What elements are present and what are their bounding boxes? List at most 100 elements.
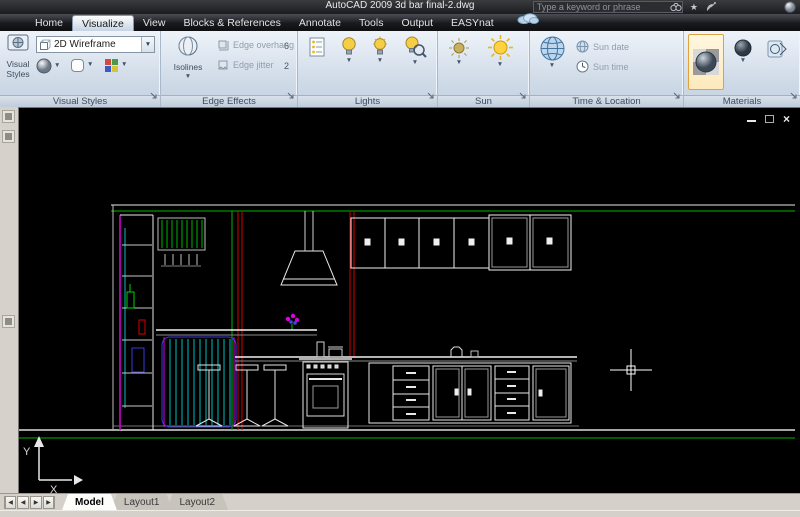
infocenter-search [532, 1, 683, 13]
panel-materials: ▼ Materials [684, 31, 800, 107]
chevron-down-icon: ▼ [87, 61, 94, 69]
edge-overhang-icon [218, 40, 229, 51]
tab-layout2[interactable]: Layout2 [166, 494, 228, 510]
isolines-icon [177, 35, 199, 62]
star-favorites-icon[interactable]: ★ [690, 2, 698, 13]
panel-label-sun: Sun [438, 95, 529, 107]
edge-overhang-value[interactable]: 6 [284, 41, 289, 51]
minimize-icon[interactable] [746, 117, 756, 122]
tab-layout1[interactable]: Layout1 [111, 494, 173, 510]
chevron-down-icon: ▼ [739, 57, 747, 64]
toolbar-grip-icon[interactable] [2, 315, 15, 328]
restore-icon[interactable] [764, 115, 774, 123]
rounded-face-icon [71, 59, 84, 72]
sun-date-row[interactable]: Sun date [576, 40, 629, 53]
edge-jitter-label: Edge jitter [233, 60, 274, 70]
satellite-dish-icon[interactable] [705, 1, 717, 13]
dialog-launcher-icon[interactable] [287, 87, 295, 105]
materials-mapping-button[interactable]: ▼ [730, 39, 756, 65]
tab-annotate[interactable]: Annotate [290, 15, 350, 31]
panel-label-visual-styles: Visual Styles [0, 95, 160, 107]
visual-style-icon [7, 34, 29, 59]
layout-tab-nav: ◀ ◀ ▶ ▶ [4, 495, 55, 509]
attach-material-button[interactable] [762, 39, 792, 59]
isolines-label: Isolines [173, 62, 203, 72]
communication-ball-icon[interactable] [784, 1, 796, 13]
cloud-icon[interactable] [517, 11, 539, 29]
sun-time-label: Sun time [593, 61, 629, 72]
chevron-down-icon: ▼ [54, 61, 61, 69]
sun-icon [487, 35, 513, 60]
find-light-button[interactable]: ▼ [398, 35, 432, 67]
chevron-down-icon: ▼ [184, 72, 192, 80]
tab-model[interactable]: Model [62, 494, 117, 510]
edge-jitter-icon [218, 60, 228, 70]
material-swatch-icon [767, 40, 787, 58]
edge-overhang-row[interactable]: Edge overhang [217, 39, 294, 51]
edge-jitter-row[interactable]: Edge jitter [217, 59, 274, 71]
ribbon: Visual Styles 2D Wireframe ▼ ▼ ▼ ▼ Visua… [0, 31, 800, 107]
lightbulb-icon [342, 37, 356, 55]
light-list-button[interactable] [304, 37, 330, 57]
point-light-button[interactable]: ▼ [336, 36, 362, 65]
chevron-down-icon: ▼ [345, 57, 353, 64]
drawing-viewport[interactable]: × Y X [18, 107, 800, 494]
sun-properties-button[interactable]: ▼ [482, 34, 518, 69]
visual-styles-flyout-button[interactable]: Visual Styles [2, 34, 34, 92]
toolbar-grip-icon[interactable] [2, 130, 15, 143]
autocad-window: AutoCAD 2009 3d bar final-2.dwg ★ Home V… [0, 0, 800, 517]
close-icon[interactable]: × [783, 113, 790, 125]
tab-easynat[interactable]: EASYnat [442, 15, 503, 31]
face-style-button[interactable]: ▼ [70, 58, 98, 73]
prev-tab-icon[interactable]: ◀ [17, 495, 29, 509]
dialog-launcher-icon[interactable] [519, 87, 527, 105]
panel-label-time-location: Time & Location [530, 95, 683, 107]
panel-sun: ▼ ▼ Sun [438, 31, 530, 107]
search-input[interactable] [533, 2, 670, 12]
visual-style-sphere-button[interactable]: ▼ [36, 58, 64, 74]
chevron-down-icon: ▼ [496, 61, 504, 68]
first-tab-icon[interactable]: ◀ [4, 495, 16, 509]
visual-style-dropdown[interactable]: 2D Wireframe ▼ [36, 36, 155, 53]
edge-jitter-value[interactable]: 2 [284, 61, 289, 71]
tab-output[interactable]: Output [392, 15, 442, 31]
layout-tab-bar: ◀ ◀ ▶ ▶ Model Layout1 Layout2 [0, 493, 800, 510]
sun-time-row[interactable]: Sun time [576, 60, 629, 73]
binoculars-search-icon[interactable] [670, 2, 682, 12]
tab-visualize[interactable]: Visualize [72, 15, 134, 31]
dialog-launcher-icon[interactable] [790, 87, 798, 105]
sun-date-label: Sun date [593, 41, 630, 52]
geographic-location-button[interactable]: ▼ [535, 35, 569, 70]
material-sphere-icon [693, 49, 719, 75]
chevron-down-icon: ▼ [548, 62, 556, 69]
tab-view[interactable]: View [134, 15, 175, 31]
panel-label-lights: Lights [298, 95, 437, 107]
panel-visual-styles: Visual Styles 2D Wireframe ▼ ▼ ▼ ▼ Visua… [0, 31, 161, 107]
dark-sphere-icon [734, 39, 752, 57]
dialog-launcher-icon[interactable] [150, 87, 158, 105]
globe-icon [540, 36, 564, 61]
dialog-launcher-icon[interactable] [673, 87, 681, 105]
workspace: × Y X [0, 107, 800, 494]
panel-lights: ▼ ▼ ▼ Lights [298, 31, 438, 107]
title-bar: AutoCAD 2009 3d bar final-2.dwg ★ [0, 0, 800, 14]
tab-tools[interactable]: Tools [350, 15, 393, 31]
sun-dim-icon [449, 38, 469, 58]
sun-status-button[interactable]: ▼ [444, 37, 474, 67]
chevron-down-icon: ▼ [455, 59, 463, 66]
cad-drawing: Y X [19, 108, 800, 494]
materials-browser-button[interactable] [688, 34, 724, 90]
tab-blocks-references[interactable]: Blocks & References [174, 15, 289, 31]
dialog-launcher-icon[interactable] [427, 87, 435, 105]
toolbar-grip-icon[interactable] [2, 110, 15, 123]
wireframe-box-icon [39, 39, 51, 51]
ucs-y-label: Y [23, 446, 31, 458]
color-mode-button[interactable]: ▼ [104, 58, 132, 73]
next-tab-icon[interactable]: ▶ [30, 495, 42, 509]
isolines-button[interactable]: Isolines ▼ [165, 35, 211, 91]
last-tab-icon[interactable]: ▶ [43, 495, 55, 509]
tab-home[interactable]: Home [26, 15, 72, 31]
color-grid-icon [105, 59, 118, 72]
panel-label-edge-effects: Edge Effects [161, 95, 297, 107]
spot-light-button[interactable]: ▼ [367, 36, 393, 65]
